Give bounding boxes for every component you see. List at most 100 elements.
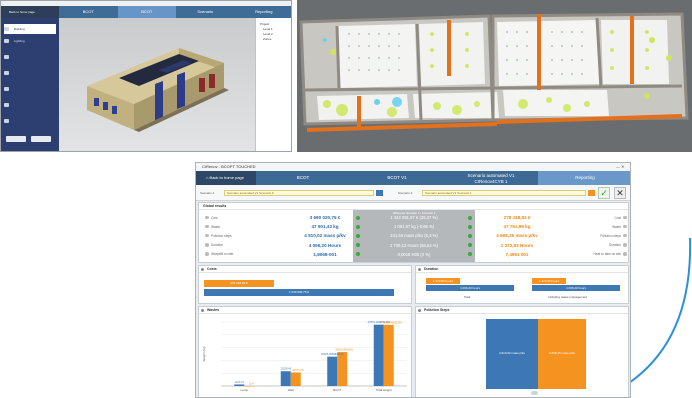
tab-bcot-active[interactable]: BCOT bbox=[117, 6, 176, 18]
floor-plan-drawing bbox=[297, 0, 692, 152]
result-label: Waste bbox=[211, 224, 220, 229]
3d-viewport[interactable] bbox=[59, 18, 255, 151]
sidebar-item-lighting[interactable]: Lighting bbox=[4, 36, 56, 46]
bim-app-window: Back to home page BCOT BCOT Scenario Rep… bbox=[0, 0, 292, 152]
scenario-filter-bar: Scenario 1 Scenario automated V1 Scenari… bbox=[196, 185, 630, 201]
clock-icon bbox=[418, 268, 421, 271]
sidebar-item-3[interactable] bbox=[4, 52, 56, 62]
duration-caption: Total bbox=[464, 295, 471, 299]
validate-button[interactable]: ✓ bbox=[598, 187, 610, 199]
scenario-1-select[interactable]: Scenario automated V1 Scenario 0 bbox=[224, 190, 374, 196]
tree-item[interactable]: Zones bbox=[263, 37, 271, 41]
tree-item[interactable]: Project bbox=[260, 22, 269, 26]
result-scenario-2: 4 668,25 mass p/kv bbox=[496, 233, 538, 239]
tab-scenario[interactable]: Scenario bbox=[176, 6, 235, 18]
top-navigation: ⌂ Back to home page BCOT BCOT V1 Scenari… bbox=[196, 171, 630, 185]
waste-bar-scenario-2 bbox=[290, 372, 301, 386]
costs-title: Costs bbox=[199, 266, 411, 273]
waste-bar-scenario-2 bbox=[383, 324, 394, 386]
home-button[interactable]: Back to home page bbox=[1, 6, 59, 18]
waste-bar-scenario-2 bbox=[244, 385, 255, 387]
row-icon bbox=[205, 224, 209, 229]
result-scenario-2: 47 751,98 kg bbox=[503, 224, 531, 230]
sidebar-item-7[interactable] bbox=[4, 116, 56, 126]
x-tick-label: Total weight bbox=[376, 388, 392, 392]
waste-bar-scenario-1 bbox=[234, 384, 245, 386]
layers-icon bbox=[4, 71, 9, 75]
duration-title: Duration bbox=[416, 266, 628, 273]
waste-data-label: 1210,37 bbox=[235, 380, 245, 384]
result-label-right: Heat to take on site bbox=[593, 252, 621, 257]
tab-bcot[interactable]: BCOT bbox=[256, 171, 350, 185]
cancel-button[interactable] bbox=[31, 136, 51, 142]
top-navigation: Back to home page BCOT BCOT Scenario Rep… bbox=[1, 6, 292, 18]
wastes-bar-chart: Weight (kg) 1210,37 13,4Lamp 11528,49 10575,… bbox=[202, 320, 407, 392]
scenario-1-label: Scenario 1 bbox=[200, 191, 215, 195]
waste-bar-scenario-1 bbox=[373, 324, 384, 386]
scenario-2-label: Scenario 2 bbox=[398, 191, 413, 195]
waste-bar-scenario-1 bbox=[327, 356, 338, 386]
sidebar: Building Lighting bbox=[1, 18, 59, 151]
sidebar-item-6[interactable] bbox=[4, 100, 56, 110]
tab-scenario[interactable]: Scenario automated V1 CIRenov4CYB 1 bbox=[444, 171, 538, 185]
row-icon bbox=[205, 243, 209, 247]
waste-data-label: 22925,9984803912 bbox=[321, 352, 344, 356]
costs-bar-label: 1 049 000,75 € bbox=[288, 290, 310, 294]
row-icon bbox=[205, 233, 209, 238]
check-icon: ✓ bbox=[600, 188, 608, 198]
close-icon: ✕ bbox=[616, 188, 624, 198]
row-icon bbox=[205, 252, 209, 256]
pollution-icon bbox=[418, 309, 421, 312]
pollution-label-scenario-2: 4 668,25 mass p/kv bbox=[548, 351, 575, 355]
tab-bcot-v1[interactable]: BCOT V1 bbox=[350, 171, 444, 185]
result-scenario-2: 278 418,83 € bbox=[503, 215, 531, 220]
status-dot bbox=[468, 224, 472, 229]
row-icon bbox=[205, 215, 209, 219]
row-icon bbox=[623, 252, 627, 256]
waste-data-label: 11528,49 bbox=[280, 367, 291, 371]
result-difference: 0,0018 H00 (0 %) bbox=[397, 251, 431, 257]
result-label: Duration bbox=[211, 243, 224, 248]
window-controls[interactable]: — ✕ bbox=[616, 164, 624, 169]
home-button[interactable]: ⌂ Back to home page bbox=[196, 171, 256, 185]
tree-item[interactable]: Level 1 bbox=[263, 27, 273, 31]
costs-card: Costs 278 418,83 € 1 049 000,75 € bbox=[198, 265, 412, 304]
result-scenario-2: 7,4961 001 bbox=[505, 251, 529, 257]
clear-button[interactable]: ✕ bbox=[614, 187, 626, 199]
ok-button[interactable] bbox=[6, 136, 26, 142]
tab-reporting[interactable]: Reporting bbox=[538, 171, 630, 185]
chart-icon bbox=[4, 87, 9, 91]
result-difference: 1 342 081,97 € (35,37 %) bbox=[390, 215, 438, 220]
tab-reporting[interactable]: Reporting bbox=[235, 6, 292, 18]
pollution-title: Pollution Steps bbox=[416, 307, 628, 314]
sidebar-item-5[interactable] bbox=[4, 84, 56, 94]
row-icon bbox=[623, 215, 627, 219]
costs-bar-label: 278 418,83 € bbox=[230, 281, 248, 285]
status-dot bbox=[356, 233, 360, 238]
global-results-title: Global results bbox=[199, 203, 628, 210]
project-tree: Project Level 1 Level 2 Zones bbox=[255, 18, 291, 151]
waste-bar-scenario-2 bbox=[337, 352, 348, 386]
floor-plan-view[interactable] bbox=[297, 0, 692, 152]
building-icon bbox=[4, 27, 9, 31]
sidebar-item-4[interactable] bbox=[4, 68, 56, 78]
waste-data-label: 10575,75 bbox=[292, 368, 303, 372]
result-label-right: Waste bbox=[612, 224, 621, 229]
x-tick-label: BCOT bbox=[333, 388, 342, 392]
tab-bcot[interactable]: BCOT bbox=[59, 6, 118, 18]
row-icon bbox=[623, 224, 627, 229]
settings-icon bbox=[4, 119, 9, 123]
duration-caption: Including waste management bbox=[548, 295, 588, 299]
result-scenario-1: 3 690 020,75 € bbox=[309, 215, 341, 220]
result-difference: 2 725,12 Hours (66,52 %) bbox=[390, 242, 438, 248]
duration-bar-label: 1 372,83 hours bbox=[432, 278, 453, 283]
row-icon bbox=[623, 233, 627, 238]
sidebar-item-building[interactable]: Building bbox=[4, 24, 56, 34]
scenario-1-color bbox=[376, 190, 383, 196]
scenario-2-select[interactable]: Scenario automated V1 Scenario 1 bbox=[422, 190, 586, 196]
status-dot bbox=[468, 215, 472, 220]
trash-icon bbox=[201, 309, 204, 312]
result-scenario-1: 4 096,20 Hours bbox=[308, 242, 342, 248]
tree-item[interactable]: Level 2 bbox=[263, 32, 273, 36]
x-tick-label: Lamp bbox=[240, 388, 248, 392]
